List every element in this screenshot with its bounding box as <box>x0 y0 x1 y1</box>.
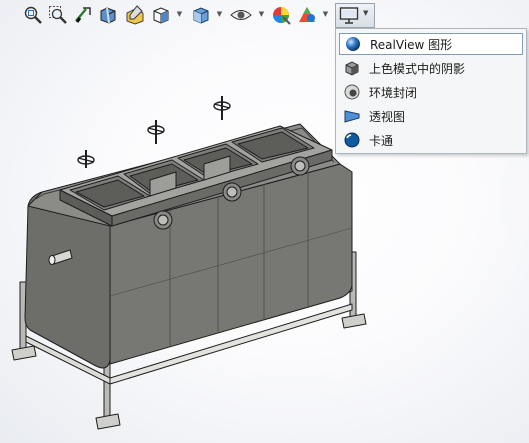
hide-show-items-icon[interactable] <box>230 4 252 26</box>
menu-item-realview[interactable]: RealView 图形 <box>339 33 523 55</box>
edit-appearance-icon[interactable] <box>270 4 292 26</box>
realview-sphere-icon <box>344 35 362 53</box>
menu-item-shadows-in-shaded-mode[interactable]: 上色模式中的阴影 <box>339 57 523 79</box>
zoom-to-area-icon[interactable] <box>47 4 69 26</box>
apply-scene-dropdown-icon[interactable]: ▼ <box>322 9 329 19</box>
view-orientation-icon[interactable] <box>150 4 172 26</box>
view-settings-icon <box>339 6 359 28</box>
display-style-icon[interactable] <box>190 4 212 26</box>
menu-item-label: 上色模式中的阴影 <box>369 61 466 76</box>
view-settings-button[interactable]: ▼ <box>335 3 375 28</box>
zoom-to-fit-icon[interactable] <box>22 4 44 26</box>
section-view-icon[interactable] <box>97 4 119 26</box>
view-orientation-dropdown-icon[interactable]: ▼ <box>176 9 183 19</box>
previous-view-icon[interactable] <box>72 4 94 26</box>
tank-assembly-model[interactable] <box>0 90 380 440</box>
hide-show-dropdown-icon[interactable]: ▼ <box>258 9 265 19</box>
display-style-dropdown-icon[interactable]: ▼ <box>216 9 223 19</box>
menu-item-label: RealView 图形 <box>370 37 453 52</box>
apply-scene-icon[interactable] <box>296 4 318 26</box>
dynamic-annotation-view-icon[interactable] <box>124 4 146 26</box>
shaded-shadows-cube-icon <box>343 59 361 77</box>
view-settings-dropdown-icon: ▼ <box>363 9 369 17</box>
